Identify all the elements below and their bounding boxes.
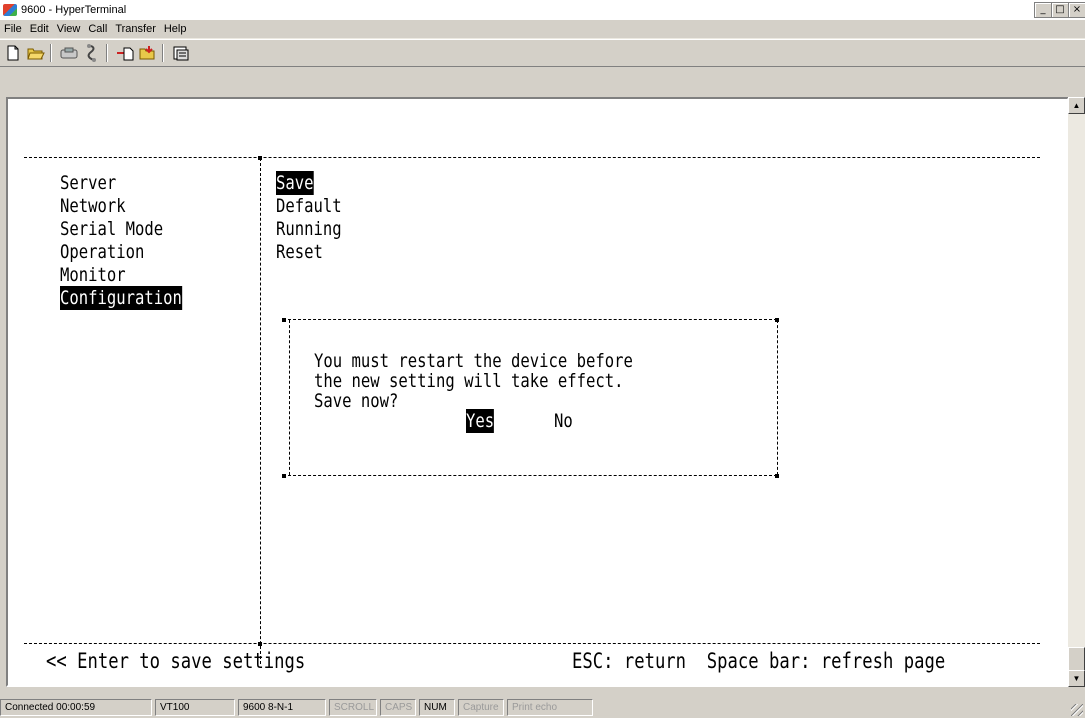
status-connected: Connected 00:00:59: [0, 699, 152, 716]
dialog-corner: [282, 318, 286, 322]
menu-network[interactable]: Network: [60, 194, 126, 218]
footer-hint-left: << Enter to save settings: [46, 649, 306, 673]
top-divider: [24, 157, 1040, 158]
menu-bar: File Edit View Call Transfer Help: [0, 20, 1085, 39]
status-emulation: VT100: [155, 699, 235, 716]
status-bar: Connected 00:00:59 VT100 9600 8-N-1 SCRO…: [0, 697, 1085, 718]
toolbar-separator: [162, 44, 164, 62]
dial-icon[interactable]: [82, 43, 102, 63]
menu-file[interactable]: File: [0, 23, 26, 35]
dialog-corner: [282, 474, 286, 478]
properties-icon[interactable]: [171, 43, 191, 63]
resize-grip-icon[interactable]: [1071, 704, 1083, 716]
status-print-echo: Print echo: [507, 699, 593, 716]
status-capture: Capture: [458, 699, 504, 716]
status-settings: 9600 8-N-1: [238, 699, 326, 716]
menu-operation[interactable]: Operation: [60, 240, 144, 264]
submenu-save[interactable]: Save: [276, 171, 314, 195]
receive-icon[interactable]: [138, 43, 158, 63]
menu-view[interactable]: View: [53, 23, 85, 35]
menu-configuration[interactable]: Configuration: [60, 286, 182, 310]
minimize-button[interactable]: _: [1034, 2, 1052, 18]
dialog-bottom-border: [283, 475, 777, 476]
status-caps: CAPS: [380, 699, 416, 716]
dialog-top-border: [283, 319, 777, 320]
dialog-right-border: [777, 320, 778, 475]
toolbar-separator: [50, 44, 52, 62]
status-scroll: SCROLL: [329, 699, 377, 716]
close-button[interactable]: ×: [1068, 2, 1085, 18]
divider-junction: [258, 642, 262, 646]
terminal-screen: Server Network Serial Mode Operation Mon…: [24, 119, 1064, 679]
dialog-message-line3: Save now?: [314, 390, 399, 412]
menu-transfer[interactable]: Transfer: [111, 23, 160, 35]
dialog-yes-button[interactable]: Yes: [466, 409, 495, 433]
scroll-down-icon[interactable]: ▼: [1068, 670, 1085, 687]
scroll-thumb[interactable]: [1068, 647, 1085, 671]
disconnect-icon[interactable]: [59, 43, 79, 63]
dialog-corner: [775, 318, 779, 322]
open-icon[interactable]: [26, 43, 46, 63]
column-divider: [260, 158, 261, 664]
menu-call[interactable]: Call: [84, 23, 111, 35]
menu-serial-mode[interactable]: Serial Mode: [60, 217, 163, 241]
send-icon[interactable]: [115, 43, 135, 63]
toolbar-separator: [106, 44, 108, 62]
dialog-left-border: [289, 320, 290, 475]
window-title: 9600 - HyperTerminal: [21, 4, 127, 16]
menu-monitor[interactable]: Monitor: [60, 263, 126, 287]
bottom-divider: [24, 643, 1040, 644]
dialog-corner: [775, 474, 779, 478]
terminal-window[interactable]: Server Network Serial Mode Operation Mon…: [6, 97, 1069, 687]
menu-help[interactable]: Help: [160, 23, 191, 35]
menu-edit[interactable]: Edit: [26, 23, 53, 35]
scroll-up-icon[interactable]: ▲: [1068, 97, 1085, 114]
status-num: NUM: [419, 699, 455, 716]
menu-server[interactable]: Server: [60, 171, 116, 195]
title-bar: 9600 - HyperTerminal _ □ ×: [0, 0, 1085, 20]
submenu-running[interactable]: Running: [276, 217, 342, 241]
toolbar: [0, 39, 1085, 67]
submenu-reset[interactable]: Reset: [276, 240, 323, 264]
submenu-default[interactable]: Default: [276, 194, 342, 218]
maximize-button[interactable]: □: [1051, 2, 1069, 18]
vertical-scrollbar[interactable]: ▲ ▼: [1068, 97, 1085, 687]
dialog-no-button[interactable]: No: [554, 409, 573, 433]
hyperterminal-icon: [3, 4, 17, 16]
new-icon[interactable]: [3, 43, 23, 63]
footer-hint-right: ESC: return Space bar: refresh page: [572, 649, 946, 673]
